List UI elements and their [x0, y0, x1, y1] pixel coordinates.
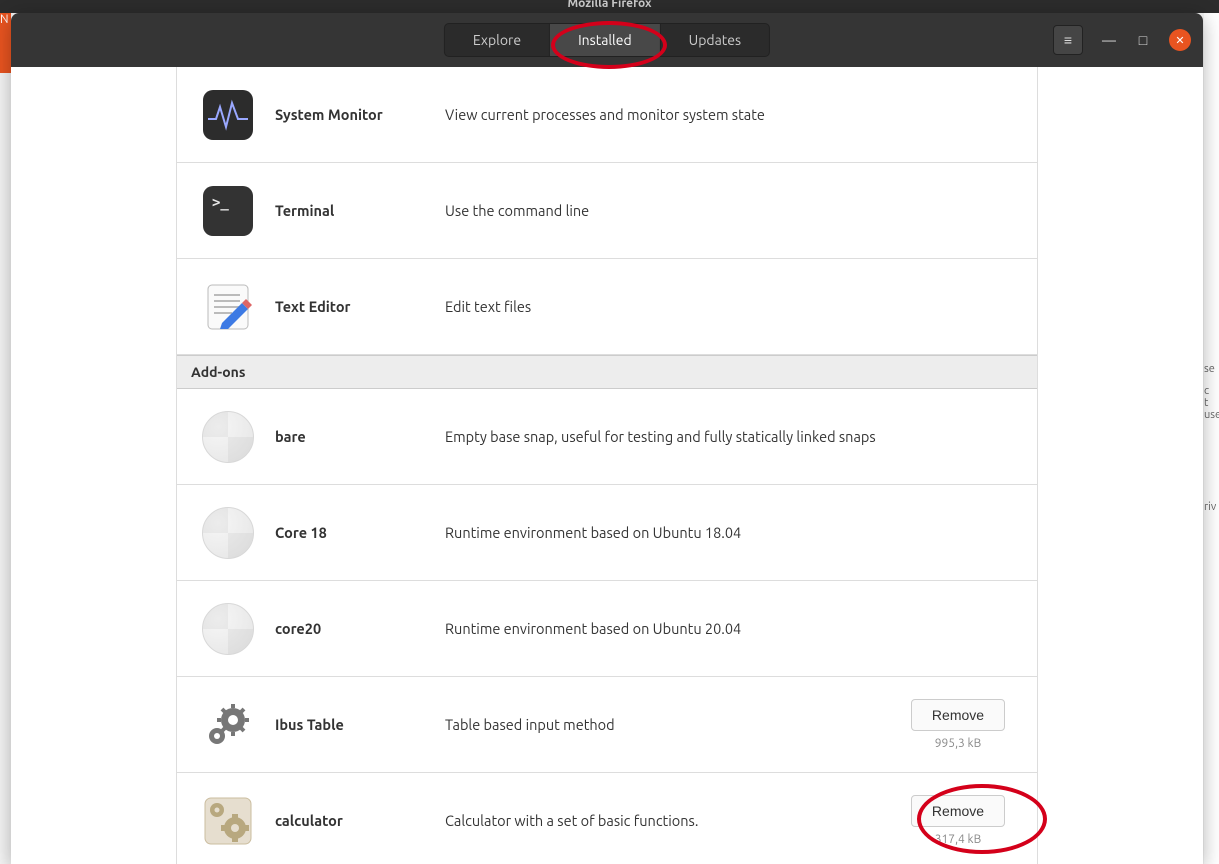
firefox-title: Mozilla Firefox: [567, 0, 651, 10]
maximize-icon: □: [1139, 32, 1147, 48]
app-desc: Table based input method: [445, 716, 883, 733]
tab-explore[interactable]: Explore: [445, 24, 550, 56]
generic-package-icon: [201, 602, 255, 656]
app-desc: Runtime environment based on Ubuntu 20.0…: [445, 620, 883, 637]
app-name: Terminal: [275, 202, 425, 219]
addon-row-bare[interactable]: bare Empty base snap, useful for testing…: [177, 389, 1037, 485]
close-icon: ✕: [1175, 34, 1184, 47]
generic-package-icon: [201, 410, 255, 464]
remove-button[interactable]: Remove: [911, 795, 1005, 827]
addon-row-core18[interactable]: Core 18 Runtime environment based on Ubu…: [177, 485, 1037, 581]
background-right-strip: se c t use riv: [1204, 13, 1219, 864]
app-row-system-monitor[interactable]: System Monitor View current processes an…: [177, 67, 1037, 163]
app-desc: Runtime environment based on Ubuntu 18.0…: [445, 524, 883, 541]
app-name: System Monitor: [275, 106, 425, 123]
size-label: 317,4 kB: [935, 833, 981, 846]
minimize-icon: —: [1102, 32, 1116, 48]
hamburger-icon: ≡: [1064, 32, 1072, 48]
tab-installed[interactable]: Installed: [550, 24, 661, 56]
minimize-button[interactable]: —: [1101, 32, 1117, 48]
text-editor-icon: [201, 280, 255, 334]
size-label: 995,3 kB: [935, 737, 981, 750]
app-desc: Empty base snap, useful for testing and …: [445, 428, 883, 445]
gears-icon: [201, 698, 255, 752]
calculator-icon: [201, 794, 255, 848]
installed-list-scroll[interactable]: System Monitor View current processes an…: [11, 67, 1203, 864]
app-desc: Use the command line: [445, 202, 883, 219]
app-name: Core 18: [275, 524, 425, 541]
app-name: bare: [275, 428, 425, 445]
view-switcher: Explore Installed Updates: [444, 23, 770, 57]
background-left-strip: N: [0, 13, 11, 73]
remove-button[interactable]: Remove: [911, 699, 1005, 731]
app-row-text-editor[interactable]: Text Editor Edit text files: [177, 259, 1037, 355]
app-desc: Calculator with a set of basic functions…: [445, 812, 883, 829]
app-name: calculator: [275, 812, 425, 829]
svg-text:>_: >_: [212, 195, 229, 211]
generic-package-icon: [201, 506, 255, 560]
installed-list: System Monitor View current processes an…: [176, 67, 1038, 864]
app-row-terminal[interactable]: >_ Terminal Use the command line: [177, 163, 1037, 259]
addon-row-ibus-table[interactable]: Ibus Table Table based input method Remo…: [177, 677, 1037, 773]
app-name: Text Editor: [275, 298, 425, 315]
app-name: core20: [275, 620, 425, 637]
terminal-icon: >_: [201, 184, 255, 238]
system-monitor-icon: [201, 88, 255, 142]
window-controls: ≡ — □ ✕: [1053, 25, 1191, 55]
addons-section-header: Add-ons: [177, 355, 1037, 389]
addon-row-calculator[interactable]: calculator Calculator with a set of basi…: [177, 773, 1037, 864]
close-button[interactable]: ✕: [1169, 29, 1191, 51]
app-desc: View current processes and monitor syste…: [445, 106, 883, 123]
software-center-window: Explore Installed Updates ≡ — □ ✕: [11, 13, 1203, 864]
hamburger-menu-button[interactable]: ≡: [1053, 25, 1083, 55]
titlebar: Explore Installed Updates ≡ — □ ✕: [11, 13, 1203, 67]
app-name: Ibus Table: [275, 716, 425, 733]
background-firefox-titlebar: Mozilla Firefox: [0, 0, 1219, 13]
maximize-button[interactable]: □: [1135, 32, 1151, 48]
addon-row-core20[interactable]: core20 Runtime environment based on Ubun…: [177, 581, 1037, 677]
app-desc: Edit text files: [445, 298, 883, 315]
tab-updates[interactable]: Updates: [661, 24, 769, 56]
